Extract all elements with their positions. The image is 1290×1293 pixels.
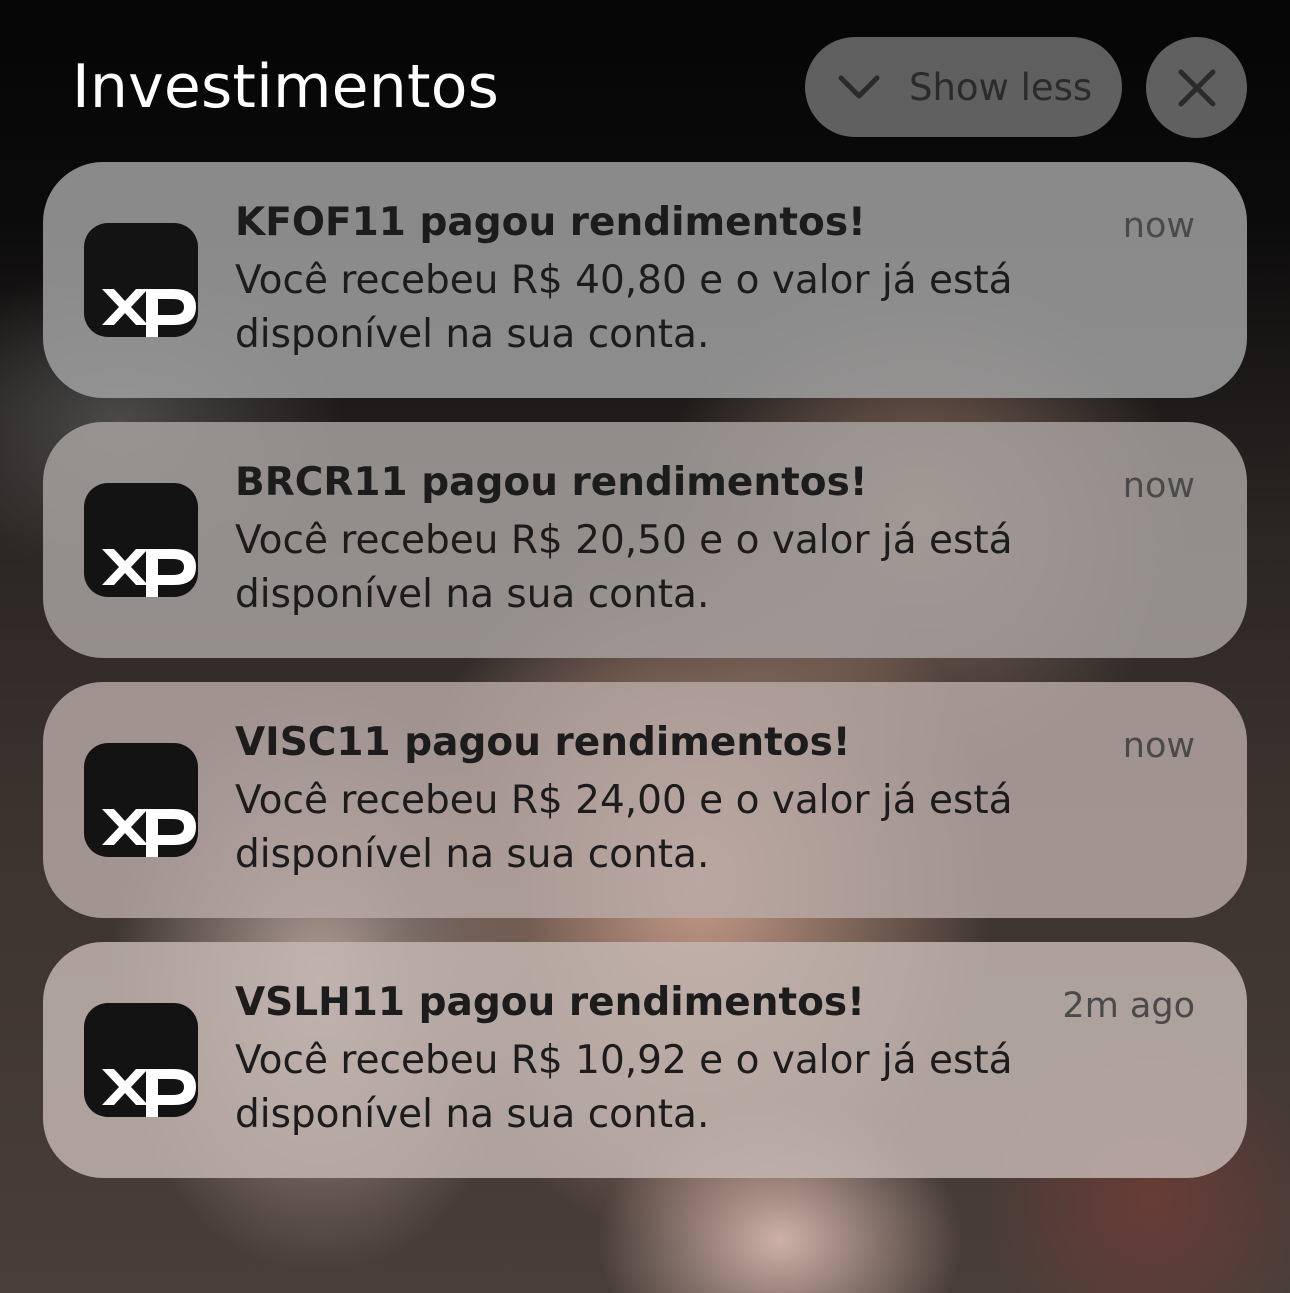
close-button[interactable] [1146, 37, 1247, 138]
notification-title: VISC11 pagou rendimentos! [235, 720, 851, 765]
notification-card[interactable]: BRCR11 pagou rendimentos! now Você receb… [43, 422, 1247, 658]
notification-card[interactable]: VSLH11 pagou rendimentos! 2m ago Você re… [43, 942, 1247, 1178]
notification-time: now [1122, 206, 1195, 246]
notification-card[interactable]: KFOF11 pagou rendimentos! now Você receb… [43, 162, 1247, 398]
xp-logo-icon [102, 549, 196, 597]
close-icon [1178, 69, 1215, 106]
notification-title: KFOF11 pagou rendimentos! [235, 200, 866, 245]
xp-logo-icon [102, 809, 196, 857]
notification-body: Você recebeu R$ 10,92 e o valor já está … [235, 1038, 1013, 1137]
notification-card[interactable]: VISC11 pagou rendimentos! now Você receb… [43, 682, 1247, 918]
xp-app-icon [84, 223, 198, 337]
notification-time: now [1122, 466, 1195, 506]
chevron-down-icon [838, 75, 880, 99]
notification-body: Você recebeu R$ 24,00 e o valor já está … [235, 778, 1013, 877]
notification-title: VSLH11 pagou rendimentos! [235, 980, 865, 1025]
show-less-label: Show less [909, 65, 1093, 109]
xp-logo-icon [102, 289, 196, 337]
xp-app-icon [84, 743, 198, 857]
notification-title: BRCR11 pagou rendimentos! [235, 460, 868, 505]
notification-body: Você recebeu R$ 20,50 e o valor já está … [235, 518, 1013, 617]
show-less-button[interactable]: Show less [805, 37, 1122, 137]
xp-logo-icon [102, 1069, 196, 1117]
group-title: Investimentos [72, 52, 500, 122]
notification-time: 2m ago [1062, 986, 1195, 1026]
xp-app-icon [84, 483, 198, 597]
notification-group-header: Investimentos Show less [0, 0, 1290, 150]
xp-app-icon [84, 1003, 198, 1117]
notification-time: now [1122, 726, 1195, 766]
notification-body: Você recebeu R$ 40,80 e o valor já está … [235, 258, 1013, 357]
